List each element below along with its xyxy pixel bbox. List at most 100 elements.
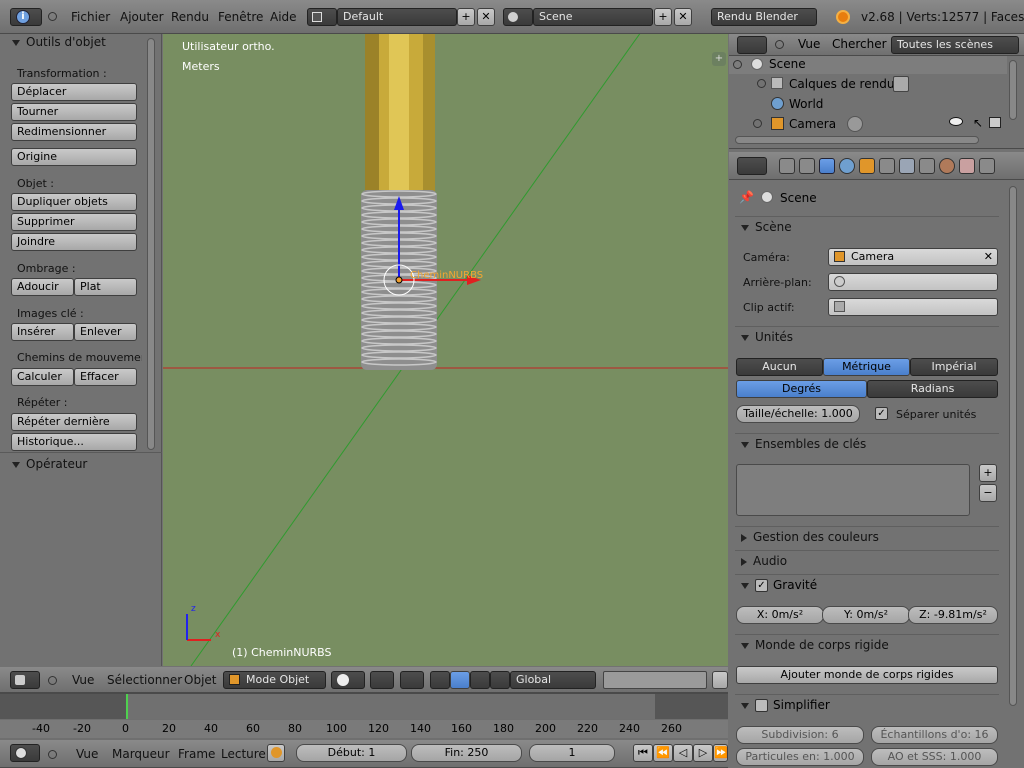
shading-select[interactable] [331,671,365,689]
calculate-button[interactable]: Calculer [11,368,74,386]
audio-header[interactable]: Audio [735,550,999,570]
screen-delete-button[interactable]: ✕ [477,8,495,26]
separate-units-checkbox[interactable]: ✓ [875,407,888,420]
outliner-editor-type[interactable] [737,36,767,54]
unit-none-button[interactable]: Aucun [736,358,823,376]
menu-render[interactable]: Rendu [171,5,209,29]
modifiers-tab-icon[interactable] [899,158,915,174]
outliner-hscrollbar[interactable] [735,136,979,144]
scene-delete-button[interactable]: ✕ [674,8,692,26]
translate-manipulator[interactable] [430,671,450,689]
outliner-menu-view[interactable]: Vue [798,37,820,51]
constraints-tab-icon[interactable] [879,158,895,174]
unit-imperial-button[interactable]: Impérial [910,358,998,376]
history-button[interactable]: Historique... [11,433,137,451]
gravity-z-field[interactable]: Z: -9.81m/s² [908,606,998,624]
pin-icon[interactable]: 📌 [739,190,754,204]
outliner-menu-search[interactable]: Chercher [832,37,887,51]
scene-panel-header[interactable]: Scène [735,216,999,236]
timeline-menu-playback[interactable]: Lecture [221,740,266,767]
camera-field[interactable]: Camera ✕ [828,248,998,266]
viewport-plus-icon[interactable]: + [712,52,726,66]
view3d-editor-type[interactable] [10,671,40,689]
origin-button[interactable]: Origine [11,148,137,166]
play-button[interactable]: ▷ [693,744,713,762]
world-tab-icon[interactable] [839,158,855,174]
render-tab-icon[interactable] [779,158,795,174]
rotate-manipulator[interactable] [450,671,470,689]
mode-select[interactable]: Mode Objet [223,671,326,689]
operator-panel-title[interactable]: Opérateur [12,457,87,471]
timeline-editor-type[interactable] [10,744,40,762]
scene-tab-icon[interactable] [819,158,835,174]
render-layers-tab-icon[interactable] [799,158,815,174]
properties-scrollbar[interactable] [1009,186,1017,706]
orientation-select[interactable]: Global [510,671,596,689]
rigid-body-world-header[interactable]: Monde de corps rigide [735,634,999,654]
delete-button[interactable]: Supprimer [11,213,137,231]
keying-sets-list[interactable] [736,464,970,516]
outliner-row-scene[interactable]: Scene [729,56,1007,74]
view3d-collapse-icon[interactable] [48,676,57,685]
join-button[interactable]: Joindre [11,233,137,251]
outliner-filter-select[interactable]: Toutes les scènes [891,36,1019,54]
pivot-select[interactable] [370,671,394,689]
view3d-header-more[interactable] [712,671,728,689]
physics-tab-icon[interactable] [979,158,995,174]
color-management-header[interactable]: Gestion des couleurs [735,526,999,546]
smooth-button[interactable]: Adoucir [11,278,74,296]
timeline-menu-marker[interactable]: Marqueur [112,740,170,767]
screen-layout-icon[interactable] [307,8,337,26]
timeline-menu-view[interactable]: Vue [76,740,98,767]
eye-icon[interactable] [949,117,963,126]
duplicate-button[interactable]: Dupliquer objets [11,193,137,211]
texture-tab-icon[interactable] [959,158,975,174]
scene-field[interactable]: Scene [533,8,653,26]
timeline-menu-frame[interactable]: Frame [178,740,215,767]
current-frame-field[interactable]: 1 [529,744,615,762]
simplify-subdivision-field[interactable]: Subdivision: 6 [736,726,864,744]
degrees-button[interactable]: Degrés [736,380,867,398]
keying-sets-header[interactable]: Ensembles de clés [735,433,999,453]
scale-button[interactable]: Redimensionner [11,123,137,141]
menu-add[interactable]: Ajouter [120,5,164,29]
simplify-checkbox[interactable] [755,699,768,712]
gravity-x-field[interactable]: X: 0m/s² [736,606,824,624]
outliner-row-camera[interactable]: Camera ↖ [729,114,1007,134]
jump-start-button[interactable]: ⏮ [633,744,653,762]
add-keying-set-button[interactable]: + [979,464,997,482]
clear-button[interactable]: Effacer [74,368,137,386]
current-frame-indicator[interactable] [126,694,128,719]
cursor-select-icon[interactable]: ↖ [973,116,983,130]
manipulator-toggle[interactable] [400,671,424,689]
remove-keyframe-button[interactable]: Enlever [74,323,137,341]
simplify-particles-field[interactable]: Particules en: 1.000 [736,748,864,766]
play-reverse-button[interactable]: ◁ [673,744,693,762]
view3d-menu-object[interactable]: Objet [184,667,216,692]
scene-icon[interactable] [503,8,533,26]
timeline-collapse-icon[interactable] [48,750,57,759]
simplify-ao-sss-field[interactable]: AO et SSS: 1.000 [871,748,998,766]
clear-camera-icon[interactable]: ✕ [984,249,993,265]
render-visibility-icon[interactable] [989,117,1001,128]
simplify-ao-samples-field[interactable]: Échantillons d'o: 16 [871,726,998,744]
move-button[interactable]: Déplacer [11,83,137,101]
expand-toggle-icon[interactable] [753,119,762,128]
screen-add-button[interactable]: + [457,8,475,26]
remove-keying-set-button[interactable]: − [979,484,997,502]
scale-length-field[interactable]: Taille/échelle: 1.000 [736,405,860,423]
menu-file[interactable]: Fichier [71,5,110,29]
extra-manipulator[interactable] [490,671,510,689]
outliner-row-render-layers[interactable]: Calques de rendu [729,74,1007,94]
simplify-header[interactable]: Simplifier [735,694,999,714]
unit-metric-button[interactable]: Métrique [823,358,910,376]
view3d-menu-view[interactable]: Vue [72,667,94,692]
flat-button[interactable]: Plat [74,278,137,296]
view3d-menu-select[interactable]: Sélectionner [107,667,182,692]
menu-window[interactable]: Fenêtre [218,5,263,29]
object-tab-icon[interactable] [859,158,875,174]
layer-buttons[interactable] [603,671,707,689]
jump-keyframe-forward-button[interactable]: ⏩ [713,744,728,762]
scale-manipulator[interactable] [470,671,490,689]
expand-toggle-icon[interactable] [733,60,742,69]
